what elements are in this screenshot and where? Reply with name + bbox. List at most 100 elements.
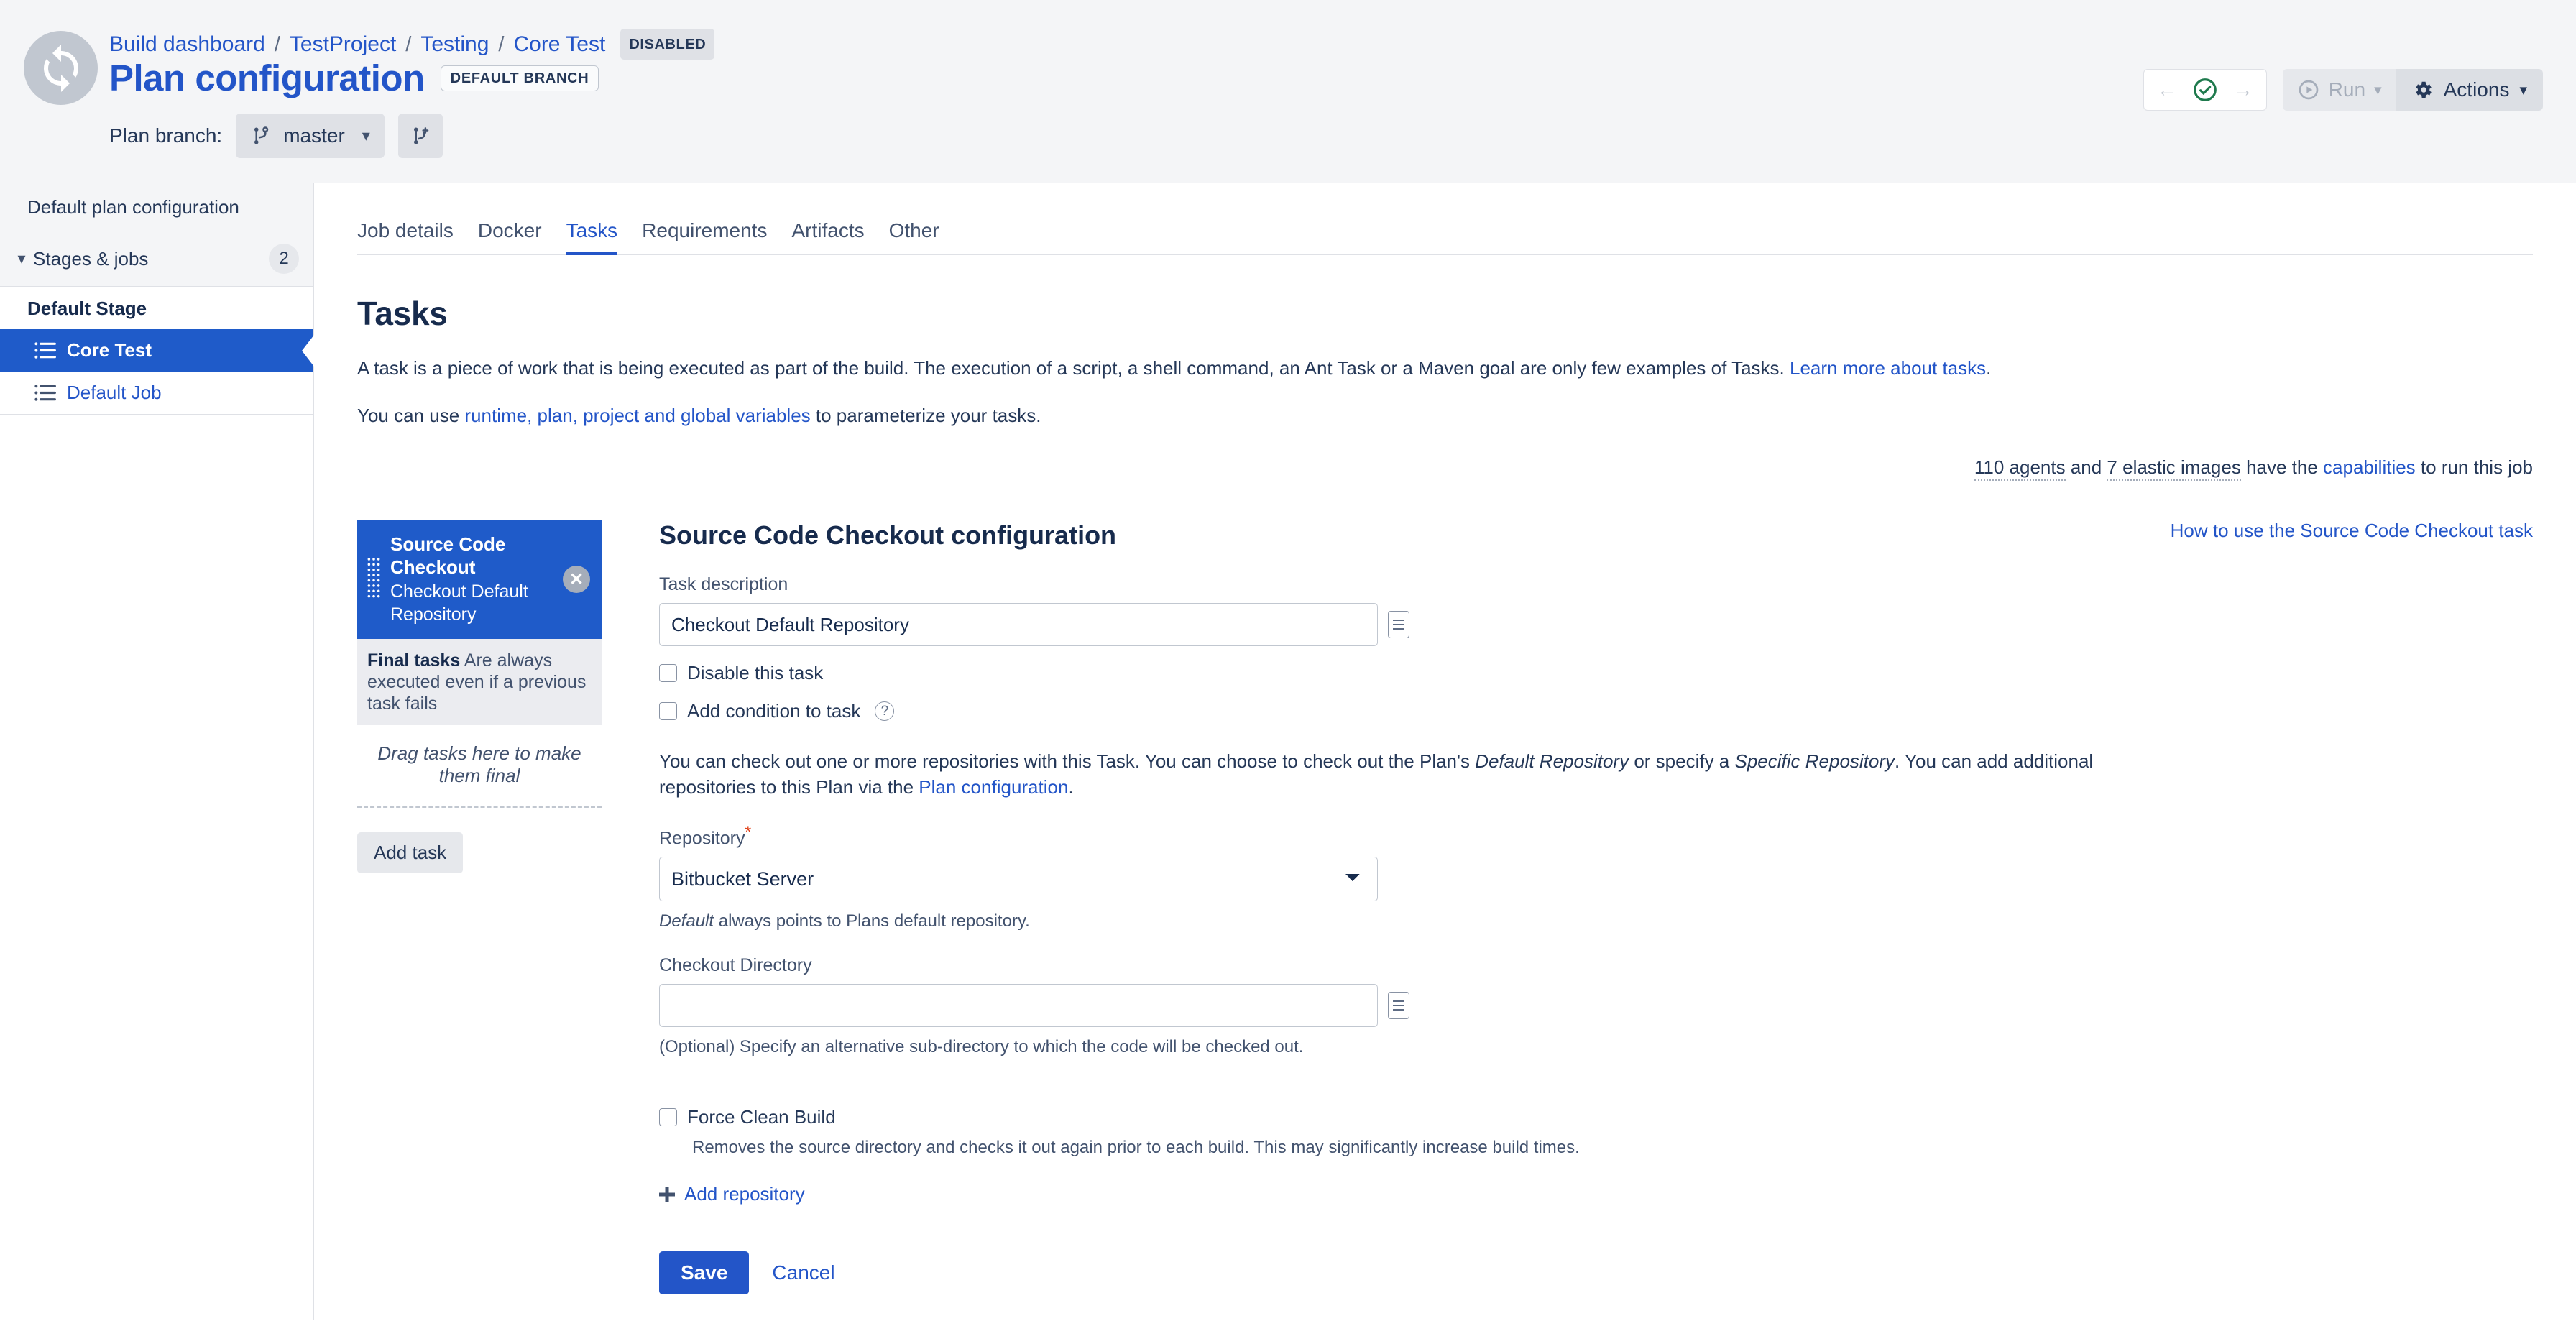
page-header: Build dashboard / TestProject / Testing … <box>0 0 2576 183</box>
add-task-button[interactable]: Add task <box>357 832 464 873</box>
add-condition-row[interactable]: Add condition to task ? <box>659 700 2533 722</box>
task-title: Source Code Checkout <box>390 533 506 578</box>
repository-explanation-paragraph: You can check out one or more repositori… <box>659 748 2097 800</box>
actions-label: Actions <box>2443 78 2510 101</box>
plus-icon <box>659 1186 675 1202</box>
chevron-down-icon: ▾ <box>2374 81 2382 98</box>
question-mark-icon[interactable]: ? <box>875 701 895 721</box>
gear-icon <box>2416 81 2432 98</box>
variable-picker-icon[interactable] <box>1388 992 1409 1020</box>
variables-link[interactable]: runtime, plan, project and global variab… <box>464 405 810 426</box>
sidebar-item-label: Core Test <box>67 339 152 361</box>
sidebar-item-default-job[interactable]: Default Job <box>0 372 313 415</box>
main-content: Job details Docker Tasks Requirements Ar… <box>314 183 2576 1320</box>
run-label: Run <box>2328 78 2366 101</box>
add-condition-checkbox[interactable] <box>659 702 677 720</box>
repository-label: Repository* <box>659 823 2533 849</box>
tasks-intro-tail: . <box>1986 357 1992 379</box>
task-configuration-panel: Source Code Checkout configuration How t… <box>602 520 2533 1295</box>
stages-jobs-count-badge: 2 <box>269 244 299 274</box>
breadcrumb-separator: / <box>498 32 505 56</box>
force-clean-build-label: Force Clean Build <box>687 1106 836 1128</box>
breadcrumb-item-core-test[interactable]: Core Test <box>513 32 605 57</box>
arrow-left-icon[interactable]: ← <box>2157 78 2177 101</box>
default-branch-badge: DEFAULT BRANCH <box>440 65 599 91</box>
breadcrumb-item-build-dashboard[interactable]: Build dashboard <box>109 32 265 57</box>
disable-task-checkbox[interactable] <box>659 664 677 682</box>
arrow-right-icon[interactable]: → <box>2233 78 2253 101</box>
final-tasks-drop-zone[interactable]: Drag tasks here to make them final <box>357 725 602 808</box>
close-icon[interactable]: ✕ <box>563 566 590 593</box>
save-button[interactable]: Save <box>659 1251 750 1295</box>
add-repository-button[interactable]: Add repository <box>659 1183 2533 1205</box>
capabilities-link[interactable]: capabilities <box>2323 456 2416 478</box>
add-branch-button[interactable] <box>397 114 443 158</box>
sidebar-item-core-test[interactable]: Core Test <box>0 329 313 372</box>
tab-bar: Job details Docker Tasks Requirements Ar… <box>357 183 2533 255</box>
disable-task-row[interactable]: Disable this task <box>659 662 2533 684</box>
variables-text-prefix: You can use <box>357 405 465 426</box>
chevron-down-icon: ▾ <box>2519 81 2527 98</box>
repo-para-4: . <box>1068 776 1074 798</box>
agents-tail: to run this job <box>2415 456 2533 478</box>
checkout-directory-input[interactable] <box>659 984 1378 1028</box>
header-actions: ← → Run ▾ Actions ▾ <box>2143 69 2543 111</box>
run-button[interactable]: Run ▾ <box>2282 69 2396 111</box>
final-tasks-header: Final tasks Are always executed even if … <box>357 639 602 725</box>
sidebar-stage-default-stage: Default Stage <box>27 298 147 319</box>
tab-artifacts[interactable]: Artifacts <box>779 211 876 254</box>
job-list-icon <box>34 385 56 401</box>
sidebar-item-stages-jobs[interactable]: ▾ Stages & jobs 2 <box>0 231 313 287</box>
breadcrumb: Build dashboard / TestProject / Testing … <box>109 29 715 60</box>
drag-handle-icon[interactable] <box>367 557 380 602</box>
plan-configuration-link[interactable]: Plan configuration <box>919 776 1068 798</box>
repository-select[interactable]: Bitbucket Server <box>659 857 1378 902</box>
cancel-button[interactable]: Cancel <box>772 1261 834 1284</box>
actions-button[interactable]: Actions ▾ <box>2396 69 2543 111</box>
status-badge: DISABLED <box>620 29 715 60</box>
add-condition-label: Add condition to task <box>687 700 861 722</box>
repo-para-2: or specify a <box>1629 750 1735 772</box>
repo-para-em-default: Default Repository <box>1475 750 1629 772</box>
task-help-link[interactable]: How to use the Source Code Checkout task <box>2171 520 2533 542</box>
task-description-input[interactable] <box>659 603 1378 646</box>
sidebar-item-label[interactable]: Default Job <box>67 382 162 404</box>
repo-para-em-specific: Specific Repository <box>1734 750 1895 772</box>
checkout-directory-label: Checkout Directory <box>659 955 812 976</box>
learn-more-about-tasks-link[interactable]: Learn more about tasks <box>1790 357 1986 379</box>
job-list-icon <box>34 342 56 359</box>
agents-and: and <box>2065 456 2107 478</box>
breadcrumb-item-testproject[interactable]: TestProject <box>290 32 396 57</box>
breadcrumb-item-testing[interactable]: Testing <box>420 32 489 57</box>
sidebar-item-default-plan-configuration[interactable]: Default plan configuration <box>0 183 313 231</box>
branch-icon <box>254 126 269 144</box>
branch-selector[interactable]: master ▾ <box>236 114 385 158</box>
force-clean-build-hint: Removes the source directory and checks … <box>692 1138 1580 1158</box>
task-description-label: Task description <box>659 574 788 594</box>
branch-name: master <box>283 124 345 147</box>
breadcrumb-separator: / <box>405 32 412 56</box>
add-repository-label[interactable]: Add repository <box>684 1183 805 1205</box>
play-circle-icon <box>2299 80 2319 100</box>
final-tasks-label: Final tasks <box>367 650 461 671</box>
force-clean-build-checkbox[interactable] <box>659 1108 677 1127</box>
tab-other[interactable]: Other <box>877 211 952 254</box>
variable-picker-icon[interactable] <box>1388 611 1409 638</box>
tab-tasks[interactable]: Tasks <box>554 211 630 255</box>
tab-requirements[interactable]: Requirements <box>630 211 779 254</box>
agents-have-the: have the <box>2240 456 2324 478</box>
tab-docker[interactable]: Docker <box>466 211 554 254</box>
check-circle-icon[interactable] <box>2191 76 2219 103</box>
tab-job-details[interactable]: Job details <box>357 211 466 254</box>
repository-hint-text: always points to Plans default repositor… <box>714 911 1030 931</box>
repository-hint: Default always points to Plans default r… <box>659 911 2533 932</box>
task-list-item-source-code-checkout[interactable]: Source Code Checkout Checkout Default Re… <box>357 520 602 639</box>
repo-para-1: You can check out one or more repositori… <box>659 750 1476 772</box>
task-subtitle: Checkout Default Repository <box>390 581 528 625</box>
agents-capabilities-line: 110 agents and 7 elastic images have the… <box>357 456 2533 489</box>
chevron-down-icon: ▾ <box>362 126 370 144</box>
tasks-intro-paragraph: A task is a piece of work that is being … <box>357 356 2533 380</box>
variables-paragraph: You can use runtime, plan, project and g… <box>357 403 2533 428</box>
force-clean-build-row[interactable]: Force Clean Build <box>659 1106 2533 1128</box>
task-list-panel: Source Code Checkout Checkout Default Re… <box>357 520 602 1294</box>
